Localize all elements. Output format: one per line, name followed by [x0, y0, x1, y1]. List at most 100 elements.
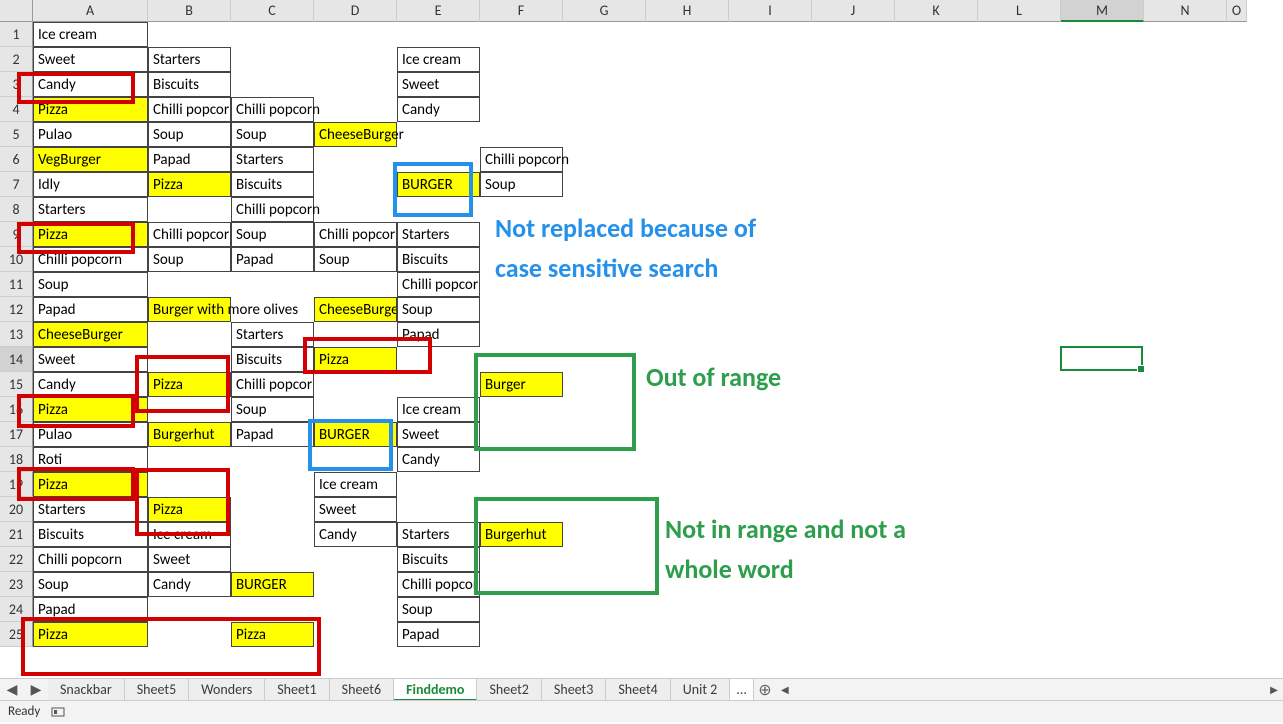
select-all-corner[interactable]: [0, 0, 33, 22]
cell-A12[interactable]: Papad: [33, 297, 148, 322]
row-header-12[interactable]: 12: [0, 297, 33, 322]
cell-E18[interactable]: Candy: [397, 447, 480, 472]
row-header-1[interactable]: 1: [0, 22, 33, 47]
row-header-6[interactable]: 6: [0, 147, 33, 172]
tab-nav-prev[interactable]: ◀: [0, 679, 24, 701]
cell-E23[interactable]: Chilli popcorn: [397, 572, 480, 597]
cell-B12[interactable]: Burger with more olives: [148, 297, 231, 322]
cell-C10[interactable]: Papad: [231, 247, 314, 272]
sheet-tab-sheet4[interactable]: Sheet4: [606, 679, 670, 701]
sheet-tab-unit 2[interactable]: Unit 2: [671, 679, 731, 701]
macro-recorder-icon[interactable]: [50, 704, 66, 720]
row-header-15[interactable]: 15: [0, 372, 33, 397]
cell-A2[interactable]: Sweet: [33, 47, 148, 72]
sheet-tab-sheet1[interactable]: Sheet1: [265, 679, 329, 701]
col-header-A[interactable]: A: [33, 0, 148, 22]
row-header-2[interactable]: 2: [0, 47, 33, 72]
cell-E21[interactable]: Starters: [397, 522, 480, 547]
cell-A15[interactable]: Candy: [33, 372, 148, 397]
cell-C17[interactable]: Papad: [231, 422, 314, 447]
tab-nav-next[interactable]: ▶: [24, 679, 48, 701]
cell-C23[interactable]: BURGER: [231, 572, 314, 597]
row-header-13[interactable]: 13: [0, 322, 33, 347]
cell-A17[interactable]: Pulao: [33, 422, 148, 447]
cell-B10[interactable]: Soup: [148, 247, 231, 272]
sheet-tab-snackbar[interactable]: Snackbar: [48, 679, 125, 701]
col-header-C[interactable]: C: [231, 0, 314, 22]
cell-D20[interactable]: Sweet: [314, 497, 397, 522]
row-header-21[interactable]: 21: [0, 522, 33, 547]
row-header-16[interactable]: 16: [0, 397, 33, 422]
cell-A6[interactable]: VegBurger: [33, 147, 148, 172]
cell-E9[interactable]: Starters: [397, 222, 480, 247]
cell-A14[interactable]: Sweet: [33, 347, 148, 372]
cell-A18[interactable]: Roti: [33, 447, 148, 472]
cell-E11[interactable]: Chilli popcorn: [397, 272, 480, 297]
cell-A8[interactable]: Starters: [33, 197, 148, 222]
cell-C13[interactable]: Starters: [231, 322, 314, 347]
horizontal-scrollbar[interactable]: ◀ ▶: [776, 683, 1283, 697]
cell-F21[interactable]: Burgerhut: [480, 522, 563, 547]
cell-D17[interactable]: BURGER: [314, 422, 397, 447]
sheet-tab-sheet2[interactable]: Sheet2: [477, 679, 541, 701]
sheet-tab-wonders[interactable]: Wonders: [189, 679, 265, 701]
sheet-tab-sheet3[interactable]: Sheet3: [542, 679, 606, 701]
cell-C8[interactable]: Chilli popcorn: [231, 197, 314, 222]
cell-A5[interactable]: Pulao: [33, 122, 148, 147]
add-sheet-button[interactable]: ⊕: [754, 679, 776, 701]
cell-D14[interactable]: Pizza: [314, 347, 397, 372]
row-header-8[interactable]: 8: [0, 197, 33, 222]
cell-E24[interactable]: Soup: [397, 597, 480, 622]
cell-C9[interactable]: Soup: [231, 222, 314, 247]
cell-B17[interactable]: Burgerhut: [148, 422, 231, 447]
col-header-D[interactable]: D: [314, 0, 397, 22]
more-sheets[interactable]: ...: [730, 679, 754, 701]
row-header-18[interactable]: 18: [0, 447, 33, 472]
scroll-right-icon[interactable]: ▶: [1267, 683, 1281, 697]
cell-D5[interactable]: CheeseBurger: [314, 122, 397, 147]
cell-E3[interactable]: Sweet: [397, 72, 480, 97]
cell-C5[interactable]: Soup: [231, 122, 314, 147]
cell-F7[interactable]: Soup: [480, 172, 563, 197]
cell-D10[interactable]: Soup: [314, 247, 397, 272]
cell-A19[interactable]: Pizza: [33, 472, 148, 497]
cell-A9[interactable]: Pizza: [33, 222, 148, 247]
col-header-M[interactable]: M: [1061, 0, 1144, 22]
cell-C7[interactable]: Biscuits: [231, 172, 314, 197]
cell-B2[interactable]: Starters: [148, 47, 231, 72]
cell-A11[interactable]: Soup: [33, 272, 148, 297]
row-header-24[interactable]: 24: [0, 597, 33, 622]
sheet-tab-sheet5[interactable]: Sheet5: [125, 679, 189, 701]
cell-E13[interactable]: Papad: [397, 322, 480, 347]
cell-B22[interactable]: Sweet: [148, 547, 231, 572]
cell-A1[interactable]: Ice cream: [33, 22, 148, 47]
cell-F15[interactable]: Burger: [480, 372, 563, 397]
cell-A3[interactable]: Candy: [33, 72, 148, 97]
cell-B6[interactable]: Papad: [148, 147, 231, 172]
cell-D19[interactable]: Ice cream: [314, 472, 397, 497]
cell-B15[interactable]: Pizza: [148, 372, 231, 397]
cell-B9[interactable]: Chilli popcorn: [148, 222, 231, 247]
cell-A20[interactable]: Starters: [33, 497, 148, 522]
cell-A24[interactable]: Papad: [33, 597, 148, 622]
cell-E12[interactable]: Soup: [397, 297, 480, 322]
col-header-K[interactable]: K: [895, 0, 978, 22]
cell-E22[interactable]: Biscuits: [397, 547, 480, 572]
cell-A21[interactable]: Biscuits: [33, 522, 148, 547]
cell-D12[interactable]: CheeseBurger: [314, 297, 397, 322]
col-header-L[interactable]: L: [978, 0, 1061, 22]
row-header-19[interactable]: 19: [0, 472, 33, 497]
cell-B20[interactable]: Pizza: [148, 497, 231, 522]
sheet-tab-sheet6[interactable]: Sheet6: [330, 679, 394, 701]
cell-E25[interactable]: Papad: [397, 622, 480, 647]
row-header-5[interactable]: 5: [0, 122, 33, 147]
cell-A23[interactable]: Soup: [33, 572, 148, 597]
cell-E10[interactable]: Biscuits: [397, 247, 480, 272]
row-header-4[interactable]: 4: [0, 97, 33, 122]
cell-A16[interactable]: Pizza: [33, 397, 148, 422]
col-header-O[interactable]: O: [1227, 0, 1247, 22]
col-header-F[interactable]: F: [480, 0, 563, 22]
cell-B21[interactable]: Ice cream: [148, 522, 231, 547]
cell-C15[interactable]: Chilli popcorn: [231, 372, 314, 397]
cell-B7[interactable]: Pizza: [148, 172, 231, 197]
